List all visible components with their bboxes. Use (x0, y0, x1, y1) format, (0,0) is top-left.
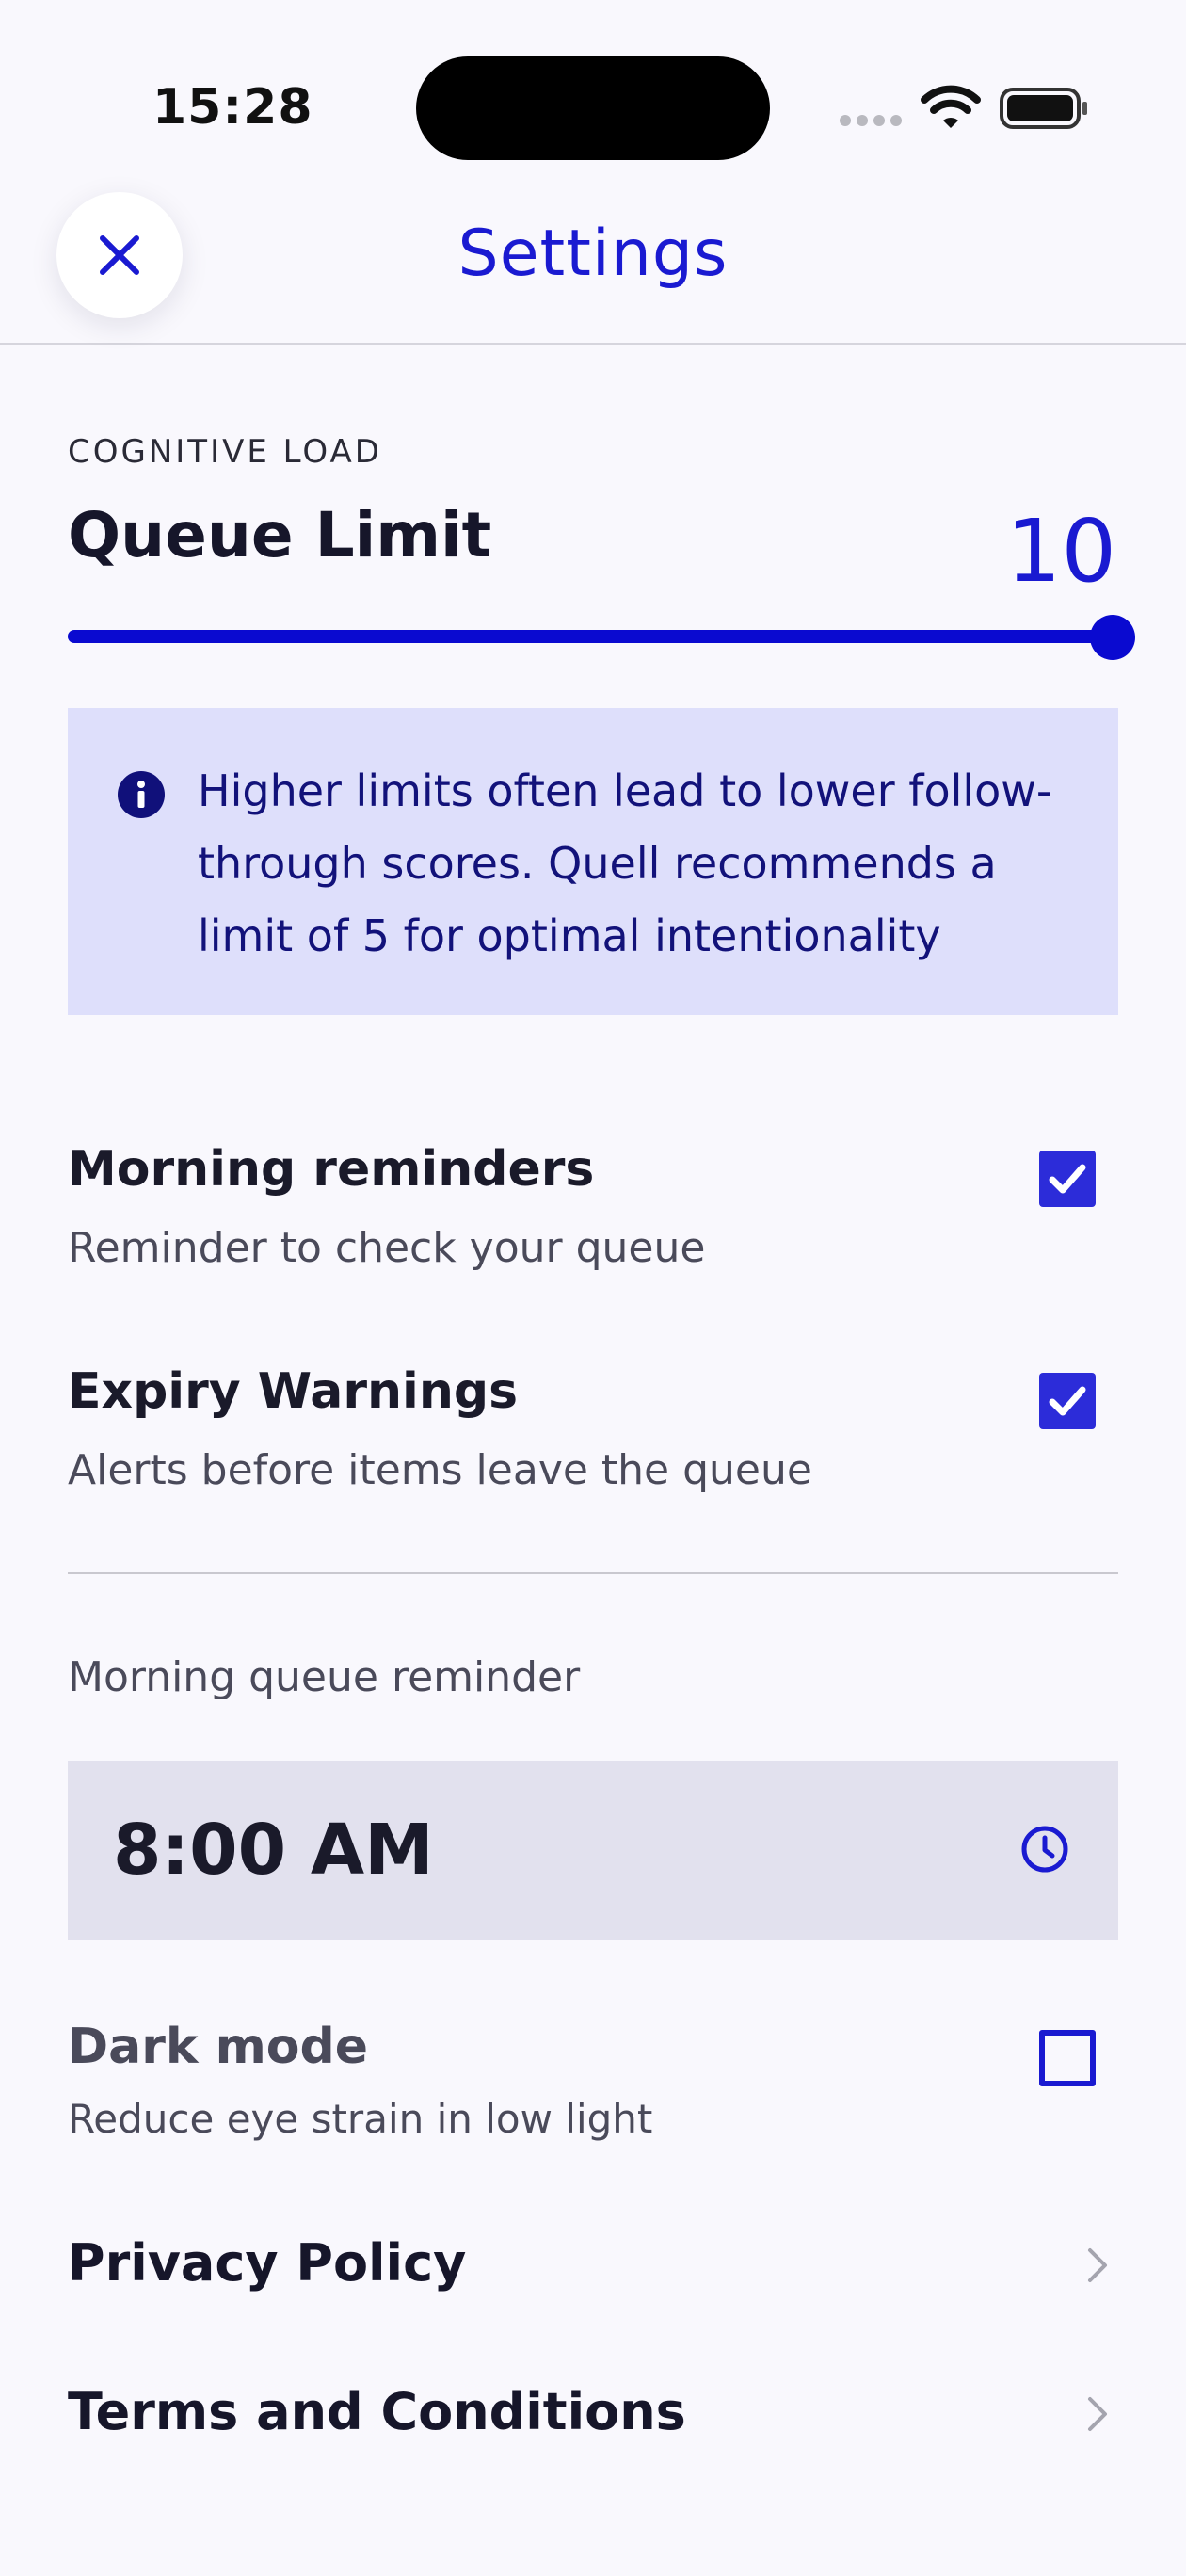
reminder-time-field[interactable]: 8:00 AM (68, 1761, 1118, 1940)
expiry-warnings-title: Expiry Warnings (68, 1363, 519, 1420)
reminder-time-label: Morning queue reminder (68, 1653, 581, 1701)
morning-reminders-checkbox[interactable] (1039, 1151, 1096, 1207)
slider-fill (68, 630, 1118, 643)
dark-mode-checkbox[interactable] (1039, 2030, 1096, 2086)
wifi-icon (921, 85, 981, 128)
expiry-warnings-row[interactable]: Expiry Warnings Alerts before items leav… (68, 1363, 1118, 1494)
slider-thumb[interactable] (1090, 615, 1135, 660)
privacy-policy-link[interactable]: Privacy Policy (68, 2220, 1118, 2305)
section-eyebrow: COGNITIVE LOAD (68, 433, 382, 471)
queue-limit-title: Queue Limit (68, 499, 492, 572)
dark-mode-row[interactable]: Dark mode Reduce eye strain in low light (68, 2019, 1118, 2142)
info-callout: Higher limits often lead to lower follow… (68, 708, 1118, 1015)
page-title: Settings (457, 217, 729, 291)
checkmark-icon (1049, 1164, 1086, 1194)
dark-mode-title: Dark mode (68, 2019, 368, 2075)
dark-mode-subtitle: Reduce eye strain in low light (68, 2096, 653, 2142)
morning-reminders-subtitle: Reminder to check your queue (68, 1224, 706, 1272)
settings-screen: 15:28 Settings COGNITIVE LOAD Queue Limi… (0, 0, 1186, 2576)
terms-and-conditions-label: Terms and Conditions (68, 2382, 686, 2441)
info-icon (118, 771, 165, 818)
morning-reminders-title: Morning reminders (68, 1141, 595, 1198)
terms-and-conditions-link[interactable]: Terms and Conditions (68, 2369, 1118, 2454)
queue-limit-slider[interactable] (68, 615, 1135, 660)
morning-reminders-row[interactable]: Morning reminders Reminder to check your… (68, 1141, 1118, 1272)
dynamic-island (416, 56, 770, 160)
queue-limit-value: 10 (1005, 501, 1116, 602)
expiry-warnings-checkbox[interactable] (1039, 1373, 1096, 1429)
section-divider (68, 1572, 1118, 1574)
clock-icon[interactable] (1018, 1823, 1071, 1876)
info-text: Higher limits often lead to lower follow… (198, 765, 1052, 961)
checkmark-icon (1049, 1386, 1086, 1416)
battery-icon (1000, 88, 1087, 129)
cellular-dots-icon (840, 115, 902, 126)
reminder-time-value: 8:00 AM (113, 1810, 434, 1891)
privacy-policy-label: Privacy Policy (68, 2233, 467, 2293)
expiry-warnings-subtitle: Alerts before items leave the queue (68, 1446, 812, 1494)
header: Settings (0, 179, 1186, 345)
status-time: 15:28 (152, 79, 313, 136)
chevron-right-icon (1088, 2248, 1107, 2282)
chevron-right-icon (1088, 2397, 1107, 2431)
